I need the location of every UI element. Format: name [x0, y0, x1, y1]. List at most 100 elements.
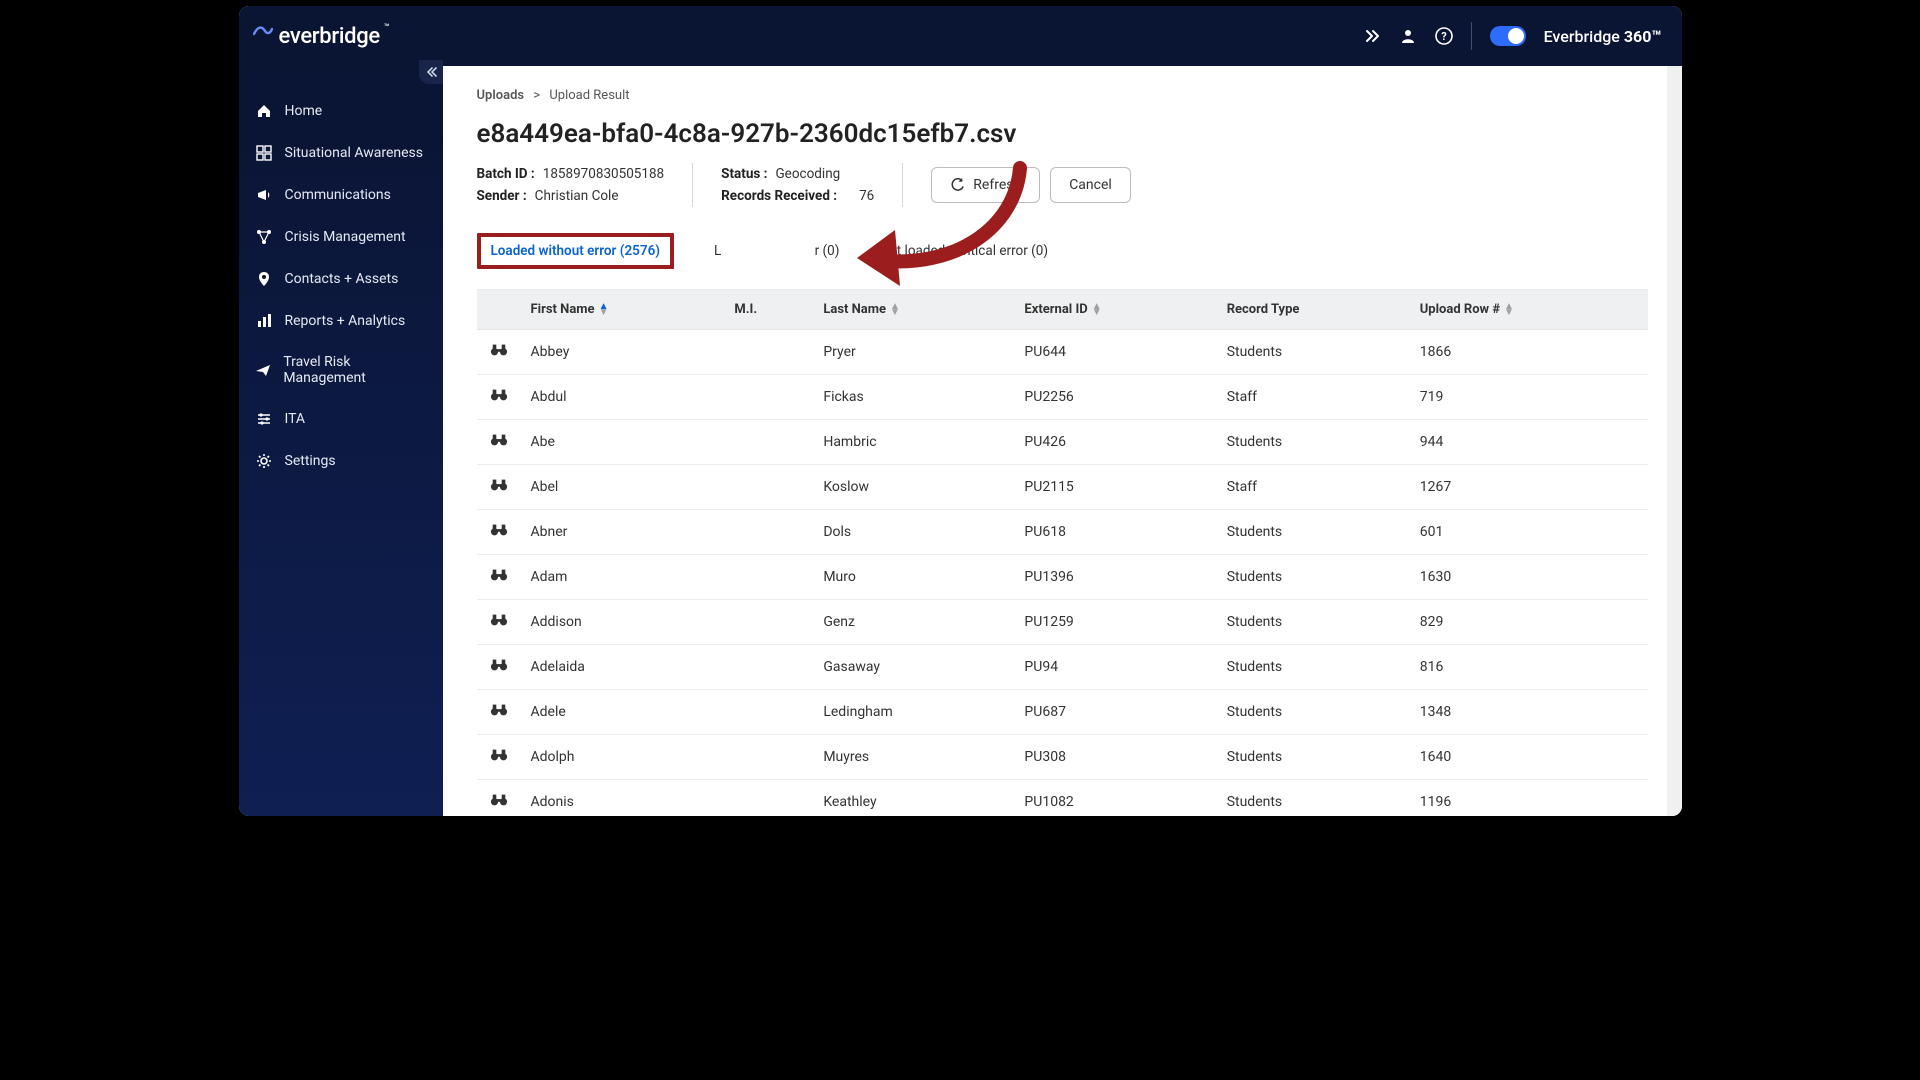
- cell-mi: [724, 330, 813, 375]
- cell-upload-row: 829: [1410, 600, 1648, 645]
- binoculars-icon: [490, 435, 508, 451]
- table-row: AbdulFickasPU2256Staff719: [477, 375, 1648, 420]
- cell-record-type: Students: [1217, 735, 1410, 780]
- view-row-button[interactable]: [477, 555, 521, 600]
- help-icon[interactable]: ?: [1435, 27, 1453, 45]
- meta-divider: [902, 163, 903, 207]
- view-row-button[interactable]: [477, 780, 521, 817]
- sidebar-collapse-button[interactable]: [419, 60, 443, 84]
- sort-icon: ▲▼: [1092, 304, 1102, 316]
- sidebar-item-label: Settings: [285, 453, 336, 469]
- chart-icon: [255, 312, 273, 330]
- sidebar-item-ita[interactable]: ITA: [239, 398, 443, 440]
- cell-first-name: Adam: [521, 555, 725, 600]
- suite-label: Everbridge 360™: [1544, 27, 1662, 46]
- plane-icon: [255, 361, 272, 379]
- pin-icon: [255, 270, 273, 288]
- col-external-id[interactable]: External ID▲▼: [1014, 290, 1216, 330]
- sidebar-item-label: Reports + Analytics: [285, 313, 406, 329]
- view-row-button[interactable]: [477, 645, 521, 690]
- header-divider: [1471, 22, 1472, 50]
- view-row-button[interactable]: [477, 465, 521, 510]
- sidebar-item-situational-awareness[interactable]: Situational Awareness: [239, 132, 443, 174]
- brand-tm: ™: [384, 23, 389, 33]
- cell-last-name: Koslow: [813, 465, 1014, 510]
- table-row: AdamMuroPU1396Students1630: [477, 555, 1648, 600]
- cell-upload-row: 1866: [1410, 330, 1648, 375]
- sidebar-item-label: Situational Awareness: [285, 145, 424, 161]
- gear-icon: [255, 452, 273, 470]
- cancel-button[interactable]: Cancel: [1050, 167, 1131, 203]
- view-row-button[interactable]: [477, 510, 521, 555]
- table-row: Abel KoslowPU2115Staff1267: [477, 465, 1648, 510]
- cell-first-name: Abel: [521, 465, 725, 510]
- cell-upload-row: 1640: [1410, 735, 1648, 780]
- home-icon: [255, 102, 273, 120]
- cell-last-name: Hambric: [813, 420, 1014, 465]
- meta-status-records: Status :Geocoding Records Received :76: [721, 166, 874, 204]
- nodes-icon: [255, 228, 273, 246]
- view-row-button[interactable]: [477, 735, 521, 780]
- table-row: AbbeyPryerPU644Students1866: [477, 330, 1648, 375]
- cell-last-name: Muyres: [813, 735, 1014, 780]
- table-row: AbeHambricPU426Students944: [477, 420, 1648, 465]
- brand-name: everbridge: [279, 24, 380, 49]
- table-row: AdelaidaGasawayPU94Students816: [477, 645, 1648, 690]
- cell-external-id: PU1259: [1014, 600, 1216, 645]
- megaphone-icon: [255, 186, 273, 204]
- col-last-name[interactable]: Last Name▲▼: [813, 290, 1014, 330]
- col-mi[interactable]: M.I.: [724, 290, 813, 330]
- col-record-type[interactable]: Record Type: [1217, 290, 1410, 330]
- cell-last-name: Fickas: [813, 375, 1014, 420]
- collapse-panels-icon[interactable]: [1363, 27, 1381, 45]
- sidebar-item-communications[interactable]: Communications: [239, 174, 443, 216]
- cell-record-type: Students: [1217, 555, 1410, 600]
- view-row-button[interactable]: [477, 600, 521, 645]
- cell-mi: [724, 555, 813, 600]
- tab-not-loaded-critical[interactable]: Not loaded - critical error (0): [879, 237, 1048, 265]
- col-upload-row[interactable]: Upload Row #▲▼: [1410, 290, 1648, 330]
- binoculars-icon: [490, 390, 508, 406]
- sidebar-item-crisis-management[interactable]: Crisis Management: [239, 216, 443, 258]
- cell-record-type: Students: [1217, 420, 1410, 465]
- cell-external-id: PU308: [1014, 735, 1216, 780]
- cell-external-id: PU2115: [1014, 465, 1216, 510]
- cell-last-name: Dols: [813, 510, 1014, 555]
- cell-mi: [724, 420, 813, 465]
- tab-loaded-with-error[interactable]: Loaded with error (0): [714, 237, 839, 265]
- view-row-button[interactable]: [477, 330, 521, 375]
- sidebar-item-home[interactable]: Home: [239, 90, 443, 132]
- binoculars-icon: [490, 660, 508, 676]
- cell-last-name: Genz: [813, 600, 1014, 645]
- user-icon[interactable]: [1399, 27, 1417, 45]
- col-first-name[interactable]: First Name▲▼: [521, 290, 725, 330]
- suite-toggle[interactable]: [1490, 26, 1526, 46]
- sidebar-item-reports-analytics[interactable]: Reports + Analytics: [239, 300, 443, 342]
- cell-mi: [724, 780, 813, 817]
- table-row: AdeleLedinghamPU687Students1348: [477, 690, 1648, 735]
- breadcrumb-root[interactable]: Uploads: [477, 88, 525, 103]
- cell-record-type: Students: [1217, 645, 1410, 690]
- cell-record-type: Students: [1217, 510, 1410, 555]
- result-tabs: Loaded without error (2576) Loaded with …: [477, 233, 1648, 269]
- binoculars-icon: [490, 705, 508, 721]
- sidebar-item-settings[interactable]: Settings: [239, 440, 443, 482]
- dashboard-icon: [255, 144, 273, 162]
- view-row-button[interactable]: [477, 375, 521, 420]
- meta-batch-sender: Batch ID :1858970830505188 Sender :Chris…: [477, 166, 665, 204]
- view-row-button[interactable]: [477, 690, 521, 735]
- refresh-button[interactable]: Refresh: [931, 167, 1040, 203]
- svg-text:?: ?: [1441, 30, 1447, 43]
- tab-loaded-without-error[interactable]: Loaded without error (2576): [491, 237, 661, 265]
- binoculars-icon: [490, 345, 508, 361]
- view-row-button[interactable]: [477, 420, 521, 465]
- binoculars-icon: [490, 570, 508, 586]
- cell-record-type: Staff: [1217, 465, 1410, 510]
- cell-last-name: Pryer: [813, 330, 1014, 375]
- sort-icon: ▲▼: [890, 304, 900, 316]
- scrollbar-thumb[interactable]: [1670, 76, 1680, 236]
- sidebar-item-contacts-assets[interactable]: Contacts + Assets: [239, 258, 443, 300]
- binoculars-icon: [490, 615, 508, 631]
- sidebar-item-travel-risk-management[interactable]: Travel Risk Management: [239, 342, 443, 398]
- cell-upload-row: 1267: [1410, 465, 1648, 510]
